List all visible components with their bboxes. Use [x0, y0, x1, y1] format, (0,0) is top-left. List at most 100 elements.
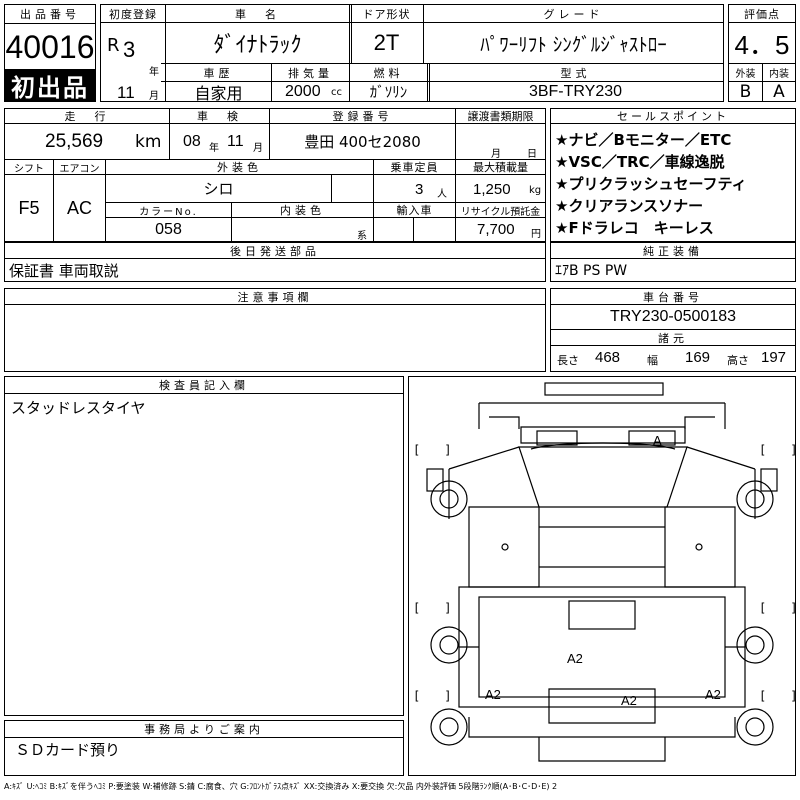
equipment-value: ｴｱB PS PW — [555, 263, 628, 279]
first-listing-badge: 初出品 — [5, 69, 95, 102]
first-reg-month: 11 — [117, 83, 135, 102]
fuel-label: 燃料 — [373, 66, 404, 80]
lot-number: 40016 — [5, 28, 95, 65]
sales-point-item: ★クリアランスソナー — [555, 197, 704, 215]
damage-mark-bed-rear: A2 — [621, 693, 637, 708]
sales-points-box: セールスポイント ★ナビ／Bモニター／ETC ★VSC／TRC／車線逸脱 ★プリ… — [550, 108, 796, 242]
chassis-label: 車台番号 — [643, 290, 703, 304]
capacity-value: 3 — [415, 181, 424, 198]
notes-box: 注意事項欄 — [4, 288, 546, 372]
sales-point-item: ★VSC／TRC／車線逸脱 — [555, 153, 725, 171]
notes-label: 注意事項欄 — [237, 290, 313, 304]
ext-color-value: シロ — [203, 180, 234, 198]
month-unit: 月 — [149, 91, 159, 102]
panel-bracket: [ ] — [413, 443, 452, 457]
displacement-unit: cc — [331, 87, 342, 98]
equipment-box: 純正装備 ｴｱB PS PW — [550, 242, 796, 282]
car-name: ﾀﾞｲﾅﾄﾗｯｸ — [213, 33, 302, 58]
mileage-value: 25,569 — [45, 131, 104, 152]
import-label: 輸入車 — [396, 204, 433, 217]
width-label: 幅 — [647, 354, 658, 367]
inspection-month: 11 — [227, 133, 244, 150]
chassis-box: 車台番号 TRY230-0500183 諸元 長さ 468 幅 169 高さ 1… — [550, 288, 796, 372]
inspector-value: スタッドレスタイヤ — [11, 399, 146, 417]
first-reg-label: 初度登録 — [109, 7, 157, 21]
capacity-unit: 人 — [437, 189, 447, 200]
damage-mark-bed-right: A2 — [705, 687, 721, 702]
length-label: 長さ — [557, 354, 579, 367]
capacity-label: 乗車定員 — [390, 161, 439, 174]
model-label: 型式 — [560, 66, 591, 80]
height-value: 197 — [761, 349, 787, 366]
parts-shipped-value: 保証書 車両取説 — [9, 261, 119, 280]
panel-bracket: [ ] — [413, 601, 452, 615]
ac-label: エアコン — [59, 163, 100, 175]
displacement-label: 排気量 — [288, 66, 333, 80]
transfer-day-unit: 日 — [527, 149, 537, 160]
score-value: 4．5 — [734, 29, 790, 60]
interior-label: 内装 — [769, 69, 789, 80]
ac-value: AC — [66, 197, 92, 218]
truck-outline-diagram — [426, 382, 778, 762]
office-box: 事務局よりご案内 ＳＤカード預り — [4, 720, 404, 776]
spec-box: 走 行 25,569 km 車 検 08 年 11 月 登録番号 豊田 400セ… — [4, 108, 546, 242]
transfer-label: 譲渡書類期限 — [467, 110, 534, 123]
equipment-label: 純正装備 — [643, 244, 703, 258]
recycle-unit: 円 — [531, 229, 541, 240]
model-value: 3BF-TRY230 — [528, 82, 623, 100]
door-label: ドア形状 — [362, 7, 411, 21]
mileage-unit: km — [135, 132, 162, 152]
panel-bracket: [ ] — [759, 689, 798, 703]
sales-point-item: ★Fドラレコ キーレス — [555, 219, 714, 237]
plate-label: 登録番号 — [332, 110, 393, 123]
inspection-year-unit: 年 — [209, 143, 219, 154]
sales-point-item: ★プリクラッシュセーフティ — [555, 175, 747, 193]
era-letter: R — [107, 35, 120, 56]
length-value: 468 — [595, 349, 621, 366]
grade-value: ﾊﾟﾜｰﾘﾌﾄ ｼﾝｸﾞﾙｼﾞｬｽﾄﾛｰ — [480, 33, 667, 56]
damage-mark-bed-left: A2 — [485, 687, 501, 702]
history-value: 自家用 — [194, 83, 243, 103]
lot-box: 出品番号 40016 初出品 — [4, 4, 96, 102]
shift-label: シフト — [14, 163, 44, 175]
parts-shipped-label: 後日発送部品 — [230, 244, 320, 258]
recycle-value: 7,700 — [477, 221, 515, 238]
inspection-label: 車 検 — [197, 110, 242, 123]
vehicle-diagram: [ ] [ ] [ ] [ ] [ ] [ ] A A2 A2 A2 A2 — [408, 376, 798, 776]
car-name-label: 車 名 — [235, 7, 280, 21]
score-box: 評価点 4．5 外装 内装 B A — [728, 4, 796, 102]
height-label: 高さ — [727, 354, 749, 367]
inspection-year: 08 — [183, 133, 201, 150]
grade-label: グレード — [543, 7, 604, 21]
shift-value: F5 — [18, 197, 40, 218]
chassis-number: TRY230-0500183 — [609, 308, 737, 325]
width-value: 169 — [685, 349, 711, 366]
interior-grade: A — [773, 81, 785, 102]
damage-mark-bed-center: A2 — [567, 651, 583, 666]
year-unit: 年 — [149, 67, 159, 78]
plate-value: 豊田 400セ2080 — [304, 133, 421, 151]
panel-bracket: [ ] — [759, 601, 798, 615]
sales-point-item: ★ナビ／Bモニター／ETC — [555, 131, 732, 149]
panel-bracket: [ ] — [759, 443, 798, 457]
dims-label: 諸元 — [658, 331, 688, 345]
inspector-box: 検査員記入欄 スタッドレスタイヤ — [4, 376, 404, 716]
recycle-label: リサイクル預託金 — [460, 206, 541, 218]
max-load-value: 1,250 — [473, 181, 511, 198]
legend-text: A:ｷｽﾞ U:ﾍｺﾐ B:ｷｽﾞを伴うﾍｺﾐ P:要塗装 W:補修跡 S:錆 … — [4, 782, 558, 791]
color-no-value: 058 — [155, 220, 182, 238]
panel-bracket: [ ] — [413, 689, 452, 703]
color-no-label: カラーNo. — [139, 206, 198, 218]
lot-label: 出品番号 — [20, 8, 80, 21]
sales-points-label: セールスポイント — [617, 110, 729, 123]
displacement-value: 2000 — [285, 83, 321, 100]
fuel-value: ｶﾞｿﾘﾝ — [369, 83, 408, 101]
inspection-month-unit: 月 — [253, 143, 263, 154]
first-reg-year: 3 — [123, 37, 136, 62]
ext-color-label: 外装色 — [217, 161, 262, 174]
mileage-label: 走 行 — [64, 110, 110, 123]
inspector-label: 検査員記入欄 — [159, 379, 249, 392]
exterior-label: 外装 — [735, 69, 756, 80]
score-label: 評価点 — [744, 7, 780, 21]
office-label: 事務局よりご案内 — [144, 723, 264, 736]
